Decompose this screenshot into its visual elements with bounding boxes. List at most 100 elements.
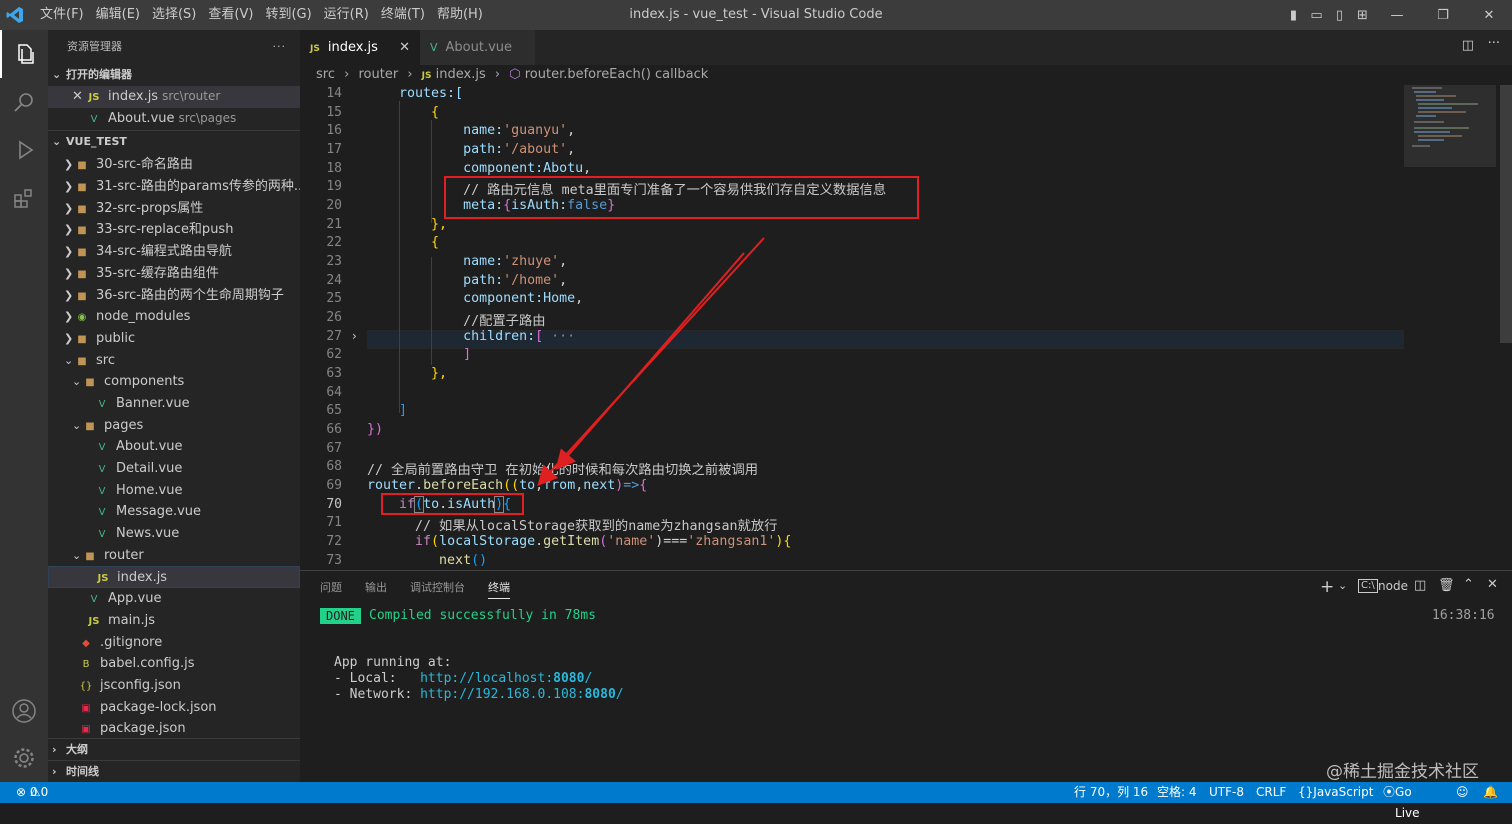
tree-item-file[interactable]: Bbabel.config.js (48, 653, 300, 675)
menu-help[interactable]: 帮助(H) (431, 0, 489, 30)
tree-item-folder[interactable]: ❯ ■ 33-src-replace和push (48, 219, 300, 241)
tree-item-folder[interactable]: ⌄ ■ pages (48, 415, 300, 437)
editor-scrollbar[interactable] (1500, 85, 1512, 343)
explorer-icon[interactable] (0, 30, 48, 78)
extensions-icon[interactable] (0, 174, 48, 222)
breadcrumb-symbol[interactable]: router.beforeEach() callback (525, 67, 709, 82)
tree-label: 35-src-缓存路由组件 (96, 265, 219, 281)
end-of-line[interactable]: CRLF (1256, 782, 1286, 803)
tree-item-file-active[interactable]: JS index.js (48, 566, 300, 589)
toggle-secondary-sidebar-icon[interactable]: ▯ (1328, 8, 1351, 23)
close-panel-icon[interactable]: ✕ (1487, 577, 1498, 592)
tree-item-file[interactable]: {} jsconfig.json (48, 675, 300, 697)
tree-item-file[interactable]: JS main.js (48, 610, 300, 632)
tree-item-file[interactable]: ▣ package.json (48, 718, 300, 740)
tree-item-folder[interactable]: ⌄ ■ components (48, 371, 300, 393)
settings-gear-icon[interactable] (0, 734, 48, 782)
breadcrumb-file[interactable]: index.js (436, 67, 486, 82)
open-editor-item[interactable]: V About.vue src\pages (48, 108, 300, 130)
tree-item-file[interactable]: V About.vue (48, 436, 300, 458)
search-icon[interactable] (0, 78, 48, 126)
new-terminal-icon[interactable]: + (1320, 577, 1334, 597)
tree-item-folder[interactable]: ⌄ ■ src (48, 350, 300, 372)
tree-item-folder[interactable]: ❯ ◉ node_modules (48, 306, 300, 328)
local-port[interactable]: 8080 (553, 671, 584, 686)
account-icon[interactable] (0, 687, 48, 735)
menu-go[interactable]: 转到(G) (259, 0, 317, 30)
tree-item-folder[interactable]: ❯ ■ 32-src-props属性 (48, 198, 300, 220)
tree-item-folder[interactable]: ❯ ■ 31-src-路由的params传参的两种... (48, 176, 300, 198)
problems-status[interactable]: ⊗ 0 ⚠ 0 (16, 782, 48, 803)
tab-output[interactable]: 输出 (365, 579, 387, 595)
language-mode[interactable]: {} JavaScript (1298, 782, 1373, 803)
go-live[interactable]: ⦿ Go Live (1383, 782, 1420, 820)
close-window-icon[interactable]: ✕ (1466, 8, 1512, 23)
close-tab-icon[interactable]: ✕ (399, 30, 410, 65)
encoding[interactable]: UTF-8 (1209, 782, 1244, 803)
menu-terminal[interactable]: 终端(T) (375, 0, 431, 30)
tree-item-file[interactable]: V App.vue (48, 588, 300, 610)
tab-debug-console[interactable]: 调试控制台 (410, 579, 465, 595)
run-debug-icon[interactable] (0, 126, 48, 174)
minimap[interactable] (1404, 85, 1496, 570)
notifications-bell-icon[interactable]: 🔔 (1483, 782, 1498, 803)
open-editors-section[interactable]: ⌄ 打开的编辑器 (48, 64, 300, 86)
tree-item-file[interactable]: V Message.vue (48, 501, 300, 523)
menu-edit[interactable]: 编辑(E) (90, 0, 146, 30)
js-file-icon: JS (310, 44, 320, 54)
open-editor-item[interactable]: ✕ JS index.js src\router (48, 86, 300, 108)
outline-section[interactable]: › 大纲 (48, 738, 300, 760)
network-url[interactable]: http://192.168.0.108: (420, 687, 584, 702)
tree-item-file[interactable]: V Home.vue (48, 480, 300, 502)
network-url-end[interactable]: / (616, 687, 624, 702)
tree-item-file[interactable]: V News.vue (48, 523, 300, 545)
tab-problems[interactable]: 问题 (320, 579, 342, 595)
breadcrumb-src[interactable]: src (316, 67, 335, 82)
toggle-sidebar-icon[interactable]: ▮ (1282, 8, 1305, 23)
split-terminal-icon[interactable]: ◫ (1414, 578, 1426, 593)
feedback-icon[interactable]: ☺ (1456, 782, 1469, 803)
more-actions-icon[interactable]: ··· (273, 30, 287, 64)
menu-selection[interactable]: 选择(S) (146, 0, 202, 30)
more-actions-icon[interactable]: ··· (1488, 36, 1500, 51)
tree-item-file[interactable]: V Detail.vue (48, 458, 300, 480)
window-controls: ▮ ▭ ▯ ⊞ — ❐ ✕ (1282, 0, 1512, 30)
cursor-position[interactable]: 行 70，列 16 (1074, 782, 1148, 803)
node-modules-folder-icon: ◉ (77, 312, 87, 324)
code-editor[interactable]: 14 15 16 17 18 19 20 21 22 23 24 25 26 2… (300, 85, 1512, 570)
js-file-icon: JS (97, 573, 109, 585)
local-url-end[interactable]: / (584, 671, 592, 686)
tree-item-folder[interactable]: ❯ ■ 30-src-命名路由 (48, 154, 300, 176)
tree-item-file[interactable]: V Banner.vue (48, 393, 300, 415)
local-url[interactable]: http://localhost: (420, 671, 553, 686)
project-section[interactable]: ⌄ VUE_TEST (48, 130, 300, 152)
indentation[interactable]: 空格: 4 (1157, 782, 1197, 803)
tree-item-folder[interactable]: ❯ ■ 36-src-路由的两个生命周期钩子 (48, 285, 300, 307)
network-port[interactable]: 8080 (584, 687, 615, 702)
explorer-title: 资源管理器 (67, 40, 122, 53)
tab-index-js[interactable]: JS index.js ✕ (300, 30, 420, 65)
tree-item-file[interactable]: ◆ .gitignore (48, 632, 300, 654)
chevron-down-icon[interactable]: ⌄ (1338, 579, 1347, 592)
tree-item-file[interactable]: ▣ package-lock.json (48, 697, 300, 719)
terminal-shell-label[interactable]: node (1378, 579, 1408, 593)
toggle-panel-icon[interactable]: ▭ (1305, 8, 1328, 23)
tree-item-folder[interactable]: ⌄ ■ router (48, 545, 300, 567)
chevron-up-icon[interactable]: ⌃ (1463, 577, 1474, 592)
split-editor-icon[interactable]: ◫ (1462, 38, 1474, 53)
tree-item-folder[interactable]: ❯ ■ 35-src-缓存路由组件 (48, 263, 300, 285)
menu-run[interactable]: 运行(R) (318, 0, 375, 30)
menu-view[interactable]: 查看(V) (202, 0, 259, 30)
tree-item-folder[interactable]: ❯ ■ public (48, 328, 300, 350)
menu-file[interactable]: 文件(F) (34, 0, 90, 30)
trash-icon[interactable]: 🗑 (1438, 578, 1455, 593)
tab-about-vue[interactable]: V About.vue (420, 30, 535, 65)
timeline-section[interactable]: › 时间线 (48, 760, 300, 782)
breadcrumb-router[interactable]: router (358, 67, 398, 82)
customize-layout-icon[interactable]: ⊞ (1351, 8, 1374, 23)
minimize-icon[interactable]: — (1374, 8, 1420, 23)
tree-item-folder[interactable]: ❯ ■ 34-src-编程式路由导航 (48, 241, 300, 263)
restore-icon[interactable]: ❐ (1420, 8, 1466, 23)
tab-terminal[interactable]: 终端 (488, 579, 510, 599)
close-icon[interactable]: ✕ (72, 86, 86, 108)
